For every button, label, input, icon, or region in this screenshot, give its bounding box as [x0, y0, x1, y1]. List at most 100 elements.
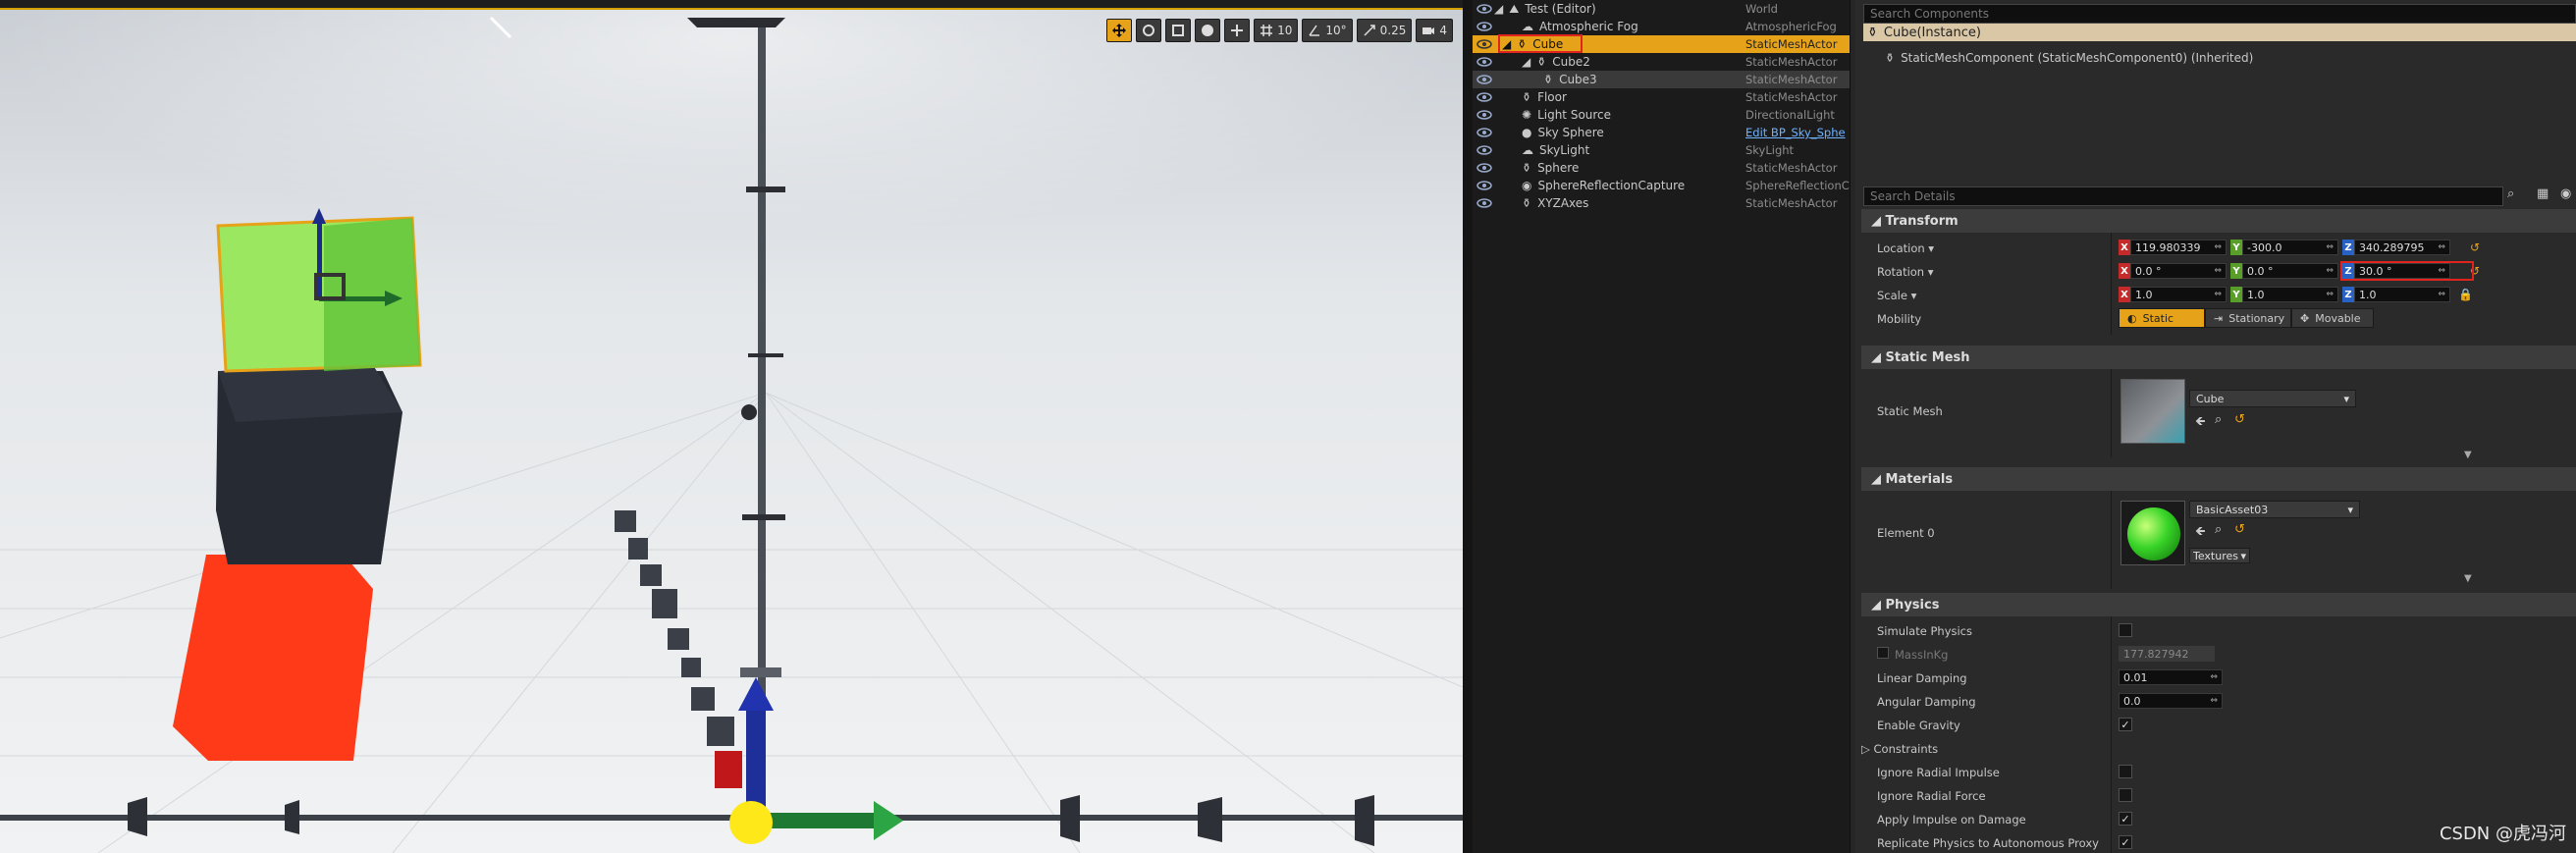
grid-snap-button[interactable]: 10: [1254, 19, 1299, 42]
outliner-row-sphere-reflection-capture[interactable]: ◉ SphereReflectionCapture SphereReflectio…: [1473, 177, 1850, 194]
collapse-arrow-icon[interactable]: ◢: [1494, 2, 1503, 16]
fog-icon: ☁: [1522, 20, 1533, 33]
mobility-static-button[interactable]: ◐ Static: [2119, 308, 2205, 328]
scale-y-input[interactable]: 1.0 ⇔: [2242, 287, 2338, 302]
location-label[interactable]: Location ▾: [1877, 241, 1934, 255]
reset-to-default-icon[interactable]: ↺: [2234, 412, 2245, 427]
property-matrix-icon[interactable]: ▦: [2537, 187, 2549, 201]
outliner-row-xyz-axes[interactable]: ⚱ XYZAxes StaticMeshActor: [1473, 194, 1850, 212]
surface-snap-button[interactable]: [1224, 19, 1251, 42]
use-selected-arrow-icon[interactable]: 🡸: [2195, 412, 2206, 434]
component-child-row[interactable]: ⚱ StaticMeshComponent (StaticMeshCompone…: [1885, 51, 2253, 65]
transform-section-header[interactable]: ◢ Transform: [1861, 209, 2576, 233]
scale-label[interactable]: Scale ▾: [1877, 289, 1916, 302]
search-components-input[interactable]: Search Components: [1863, 4, 2576, 24]
physics-section-header[interactable]: ◢ Physics: [1861, 593, 2576, 616]
lock-icon[interactable]: 🔒: [2458, 288, 2473, 301]
ignore-radial-force-checkbox[interactable]: [2119, 788, 2132, 802]
eye-icon[interactable]: [1476, 38, 1492, 50]
linear-damping-input[interactable]: 0.01 ⇔: [2119, 669, 2223, 685]
scale-x-input[interactable]: 1.0 ⇔: [2130, 287, 2227, 302]
scale-z-input[interactable]: 1.0 ⇔: [2354, 287, 2450, 302]
eye-icon[interactable]: [1476, 144, 1492, 156]
outliner-row-cube2[interactable]: ◢ ⚱ Cube2 StaticMeshActor: [1473, 53, 1850, 71]
outliner-row-light-source[interactable]: ✺ Light Source DirectionalLight: [1473, 106, 1850, 124]
mobility-stationary-button[interactable]: ⇥ Stationary: [2205, 308, 2291, 328]
rotation-y-input[interactable]: 0.0 ° ⇔: [2242, 263, 2338, 279]
outliner-item-name: ⚱ Floor: [1522, 90, 1567, 104]
apply-impulse-checkbox[interactable]: ✓: [2119, 812, 2132, 826]
visibility-icon[interactable]: ◉: [2560, 187, 2571, 201]
rotate-mode-button[interactable]: [1136, 19, 1162, 42]
eye-icon[interactable]: [1476, 127, 1492, 138]
viewport-scene[interactable]: [0, 0, 1463, 853]
angular-damping-input[interactable]: 0.0 ⇔: [2119, 693, 2223, 709]
eye-icon[interactable]: [1476, 91, 1492, 103]
component-root-row[interactable]: ⚱ Cube(Instance): [1863, 24, 2576, 41]
mobility-movable-button[interactable]: ✥ Movable: [2291, 308, 2374, 328]
static-mesh-thumbnail[interactable]: [2120, 379, 2185, 444]
reset-to-default-icon[interactable]: ↺: [2234, 522, 2245, 537]
expand-advanced-icon[interactable]: ▼: [2464, 573, 2472, 584]
scale-mode-button[interactable]: [1165, 19, 1192, 42]
expand-advanced-icon[interactable]: ▼: [2464, 450, 2472, 460]
scale-snap-button[interactable]: 0.25: [1356, 19, 1413, 42]
camera-speed-button[interactable]: 4: [1416, 19, 1453, 42]
location-y-input[interactable]: -300.0 ⇔: [2242, 240, 2338, 255]
mass-label: MassInKg: [1895, 648, 1949, 662]
actor-icon: ⚱: [1867, 25, 1878, 40]
location-z-input[interactable]: 340.289795 ⇔: [2354, 240, 2450, 255]
materials-section-header[interactable]: ◢ Materials: [1861, 467, 2576, 491]
collapse-arrow-icon[interactable]: ◢: [1522, 55, 1530, 69]
outliner-row-world[interactable]: ◢ ⛰ Test (Editor) World: [1473, 0, 1850, 18]
simulate-physics-checkbox[interactable]: [2119, 623, 2132, 637]
outliner-row-cube3[interactable]: ⚱ Cube3 StaticMeshActor: [1473, 71, 1850, 88]
eye-icon[interactable]: [1476, 3, 1492, 15]
unreal-editor: 10 10° 0.25 4 ◢ ⛰ Test (Editor) World ☁ …: [0, 0, 2576, 853]
edit-blueprint-link[interactable]: Edit BP_Sky_Sphe: [1745, 126, 1846, 139]
use-selected-arrow-icon[interactable]: 🡸: [2195, 522, 2206, 544]
material-thumbnail[interactable]: [2120, 501, 2185, 565]
rotation-snap-button[interactable]: 10°: [1302, 19, 1353, 42]
eye-icon[interactable]: [1476, 180, 1492, 191]
eye-icon[interactable]: [1476, 74, 1492, 85]
location-x-input[interactable]: 119.980339 ⇔: [2130, 240, 2227, 255]
search-icon[interactable]: ⌕: [2507, 187, 2514, 201]
spin-icon: ⇔: [2214, 242, 2222, 252]
outliner-row-skylight[interactable]: ☁ SkyLight SkyLight: [1473, 141, 1850, 159]
outliner-row-floor[interactable]: ⚱ Floor StaticMeshActor: [1473, 88, 1850, 106]
rotation-label[interactable]: Rotation ▾: [1877, 265, 1934, 279]
eye-icon[interactable]: [1476, 162, 1492, 174]
constraints-row[interactable]: ▷ Constraints: [1861, 742, 1938, 756]
browse-search-icon[interactable]: ⌕: [2215, 522, 2222, 537]
material-combo[interactable]: BasicAsset03 ▾: [2189, 501, 2360, 518]
red-cube[interactable]: [173, 555, 373, 761]
textures-dropdown[interactable]: Textures ▾: [2189, 548, 2250, 563]
rotation-x-input[interactable]: 0.0 ° ⇔: [2130, 263, 2227, 279]
world-local-button[interactable]: [1195, 19, 1221, 42]
translate-mode-button[interactable]: [1106, 19, 1133, 42]
static-mesh-icon: ⚱: [1522, 161, 1532, 175]
scale-snap-value: 0.25: [1379, 24, 1407, 37]
outliner-row-sky-sphere[interactable]: ● Sky Sphere Edit BP_Sky_Sphe: [1473, 124, 1850, 141]
static-mesh-combo[interactable]: Cube ▾: [2189, 390, 2356, 407]
surface-snap-icon: [1231, 25, 1244, 36]
browse-search-icon[interactable]: ⌕: [2215, 412, 2222, 427]
level-viewport[interactable]: 10 10° 0.25 4: [0, 0, 1463, 853]
eye-icon[interactable]: [1476, 197, 1492, 209]
search-details-input[interactable]: Search Details: [1863, 187, 2503, 206]
ignore-radial-impulse-checkbox[interactable]: [2119, 765, 2132, 778]
eye-icon[interactable]: [1476, 56, 1492, 68]
outliner-row-sphere[interactable]: ⚱ Sphere StaticMeshActor: [1473, 159, 1850, 177]
spin-icon: ⇔: [2438, 290, 2445, 299]
outliner-row-atmospheric-fog[interactable]: ☁ Atmospheric Fog AtmosphericFog: [1473, 18, 1850, 35]
reset-to-default-icon[interactable]: ↺: [2470, 240, 2480, 254]
enable-gravity-checkbox[interactable]: ✓: [2119, 718, 2132, 731]
replicate-physics-checkbox[interactable]: ✓: [2119, 835, 2132, 849]
static-mesh-section-header[interactable]: ◢ Static Mesh: [1861, 346, 2576, 369]
eye-icon[interactable]: [1476, 109, 1492, 121]
eye-icon[interactable]: [1476, 21, 1492, 32]
selected-cube[interactable]: [216, 208, 422, 373]
mass-override-checkbox[interactable]: [1877, 647, 1889, 659]
panel-splitter[interactable]: [1463, 0, 1473, 853]
